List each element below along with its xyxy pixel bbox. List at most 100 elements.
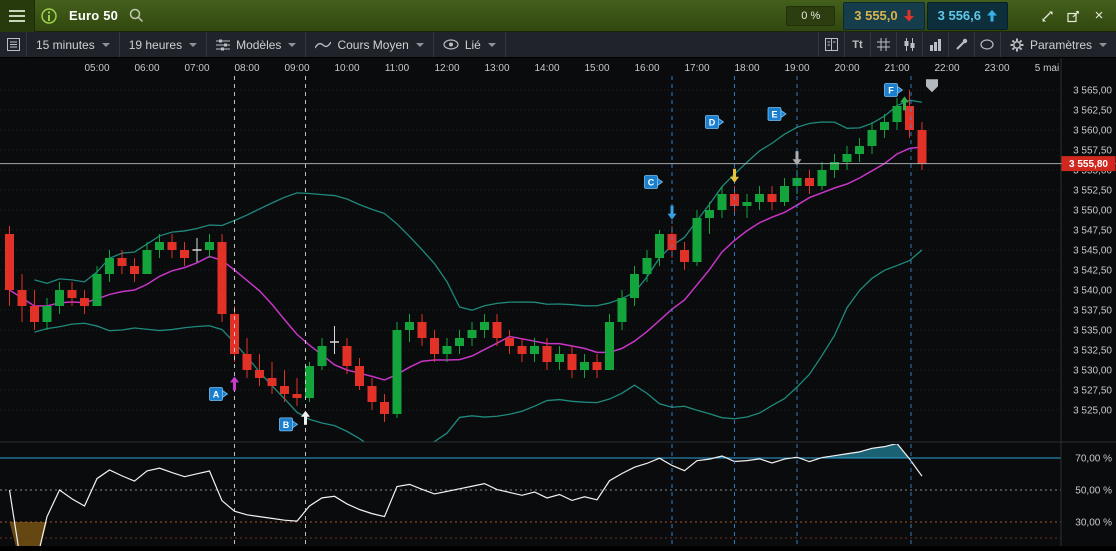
chevron-down-icon: [101, 42, 110, 47]
average-dropdown[interactable]: Cours Moyen: [306, 32, 434, 57]
columns-button[interactable]: [817, 32, 844, 57]
candle: [555, 354, 564, 362]
search-icon[interactable]: [122, 0, 150, 32]
trade-arrow-up[interactable]: [301, 410, 310, 425]
candle: [542, 346, 552, 362]
drawing-tool-button[interactable]: [947, 32, 974, 57]
price-axis-label: 3 540,00: [1073, 286, 1112, 297]
chevron-down-icon: [288, 42, 297, 47]
rsi-line: [8, 444, 923, 546]
chart-type-button[interactable]: [895, 32, 922, 57]
text-tool-button[interactable]: Tt: [843, 32, 870, 57]
linked-dropdown[interactable]: Lié: [434, 32, 506, 57]
chart-list-button[interactable]: [0, 32, 27, 57]
sell-price: 3 555,0: [854, 8, 898, 23]
time-axis-label: 08:00: [234, 63, 259, 74]
list-icon: [6, 38, 20, 51]
chevron-down-icon: [189, 42, 198, 47]
price-axis-label: 3 552,50: [1073, 186, 1112, 197]
settings-dropdown[interactable]: Paramètres: [999, 32, 1116, 57]
time-axis-label: 05:00: [84, 63, 109, 74]
candle: [205, 242, 214, 250]
time-axis-label: 19:00: [784, 63, 809, 74]
candle: [180, 250, 189, 258]
buy-price-button[interactable]: 3 556,6: [926, 1, 1008, 30]
shapes-button[interactable]: [973, 32, 1000, 57]
candle: [480, 322, 489, 330]
candle: [567, 354, 577, 370]
price-axis-label: 3 557,50: [1073, 146, 1112, 157]
candle: [255, 370, 264, 378]
chart-toolbar: 15 minutes 19 heures Modèles Cours Moyen…: [0, 32, 1116, 58]
candle: [630, 274, 639, 298]
letter-marker-F[interactable]: F: [884, 83, 904, 97]
range-dropdown[interactable]: 19 heures: [120, 32, 208, 57]
time-axis[interactable]: 05:00 06:00 07:00 08:00 09:00 10:00 11:00 12:00…: [84, 63, 1059, 74]
candle: [442, 346, 452, 354]
menu-button[interactable]: [0, 0, 35, 32]
models-dropdown[interactable]: Modèles: [207, 32, 307, 57]
candle: [192, 249, 202, 251]
time-axis-label: 15:00: [584, 63, 609, 74]
current-price-label: 3 555,80: [1069, 159, 1108, 170]
trade-arrow-down[interactable]: [792, 151, 802, 166]
candle: [5, 234, 14, 290]
price-axis-label: 3 545,00: [1073, 246, 1112, 257]
time-axis-label: 09:00: [284, 63, 309, 74]
popout-button[interactable]: [1060, 0, 1086, 32]
price-axis[interactable]: 3 565,003 562,503 560,003 557,503 555,00…: [1073, 86, 1112, 417]
letter-marker-A[interactable]: A: [209, 387, 229, 401]
letter-marker-label: A: [213, 390, 220, 400]
letter-marker-B[interactable]: B: [279, 417, 299, 432]
chart-canvas[interactable]: 3 565,003 562,503 560,003 557,503 555,00…: [0, 58, 1116, 546]
indicator-button[interactable]: [921, 32, 948, 57]
candle: [692, 218, 702, 262]
sell-price-button[interactable]: 3 555,0: [843, 1, 925, 30]
candle: [805, 178, 814, 186]
info-icon[interactable]: [35, 0, 63, 32]
candle: [892, 106, 902, 122]
candle: [167, 242, 177, 250]
text-tool-icon: Tt: [852, 38, 863, 51]
time-axis-label: 21:00: [884, 63, 909, 74]
candlesticks: [5, 90, 927, 422]
candle: [242, 354, 252, 370]
letter-marker-E[interactable]: E: [767, 107, 787, 121]
candle: [592, 362, 602, 370]
eye-icon: [443, 39, 459, 50]
rsi-axis-label: 30,00 %: [1075, 518, 1112, 529]
close-button[interactable]: ×: [1086, 0, 1112, 32]
price-axis-label: 3 542,50: [1073, 266, 1112, 277]
candle: [455, 338, 464, 346]
price-axis-label: 3 547,50: [1073, 226, 1112, 237]
time-axis-label: 17:00: [684, 63, 709, 74]
letter-marker-C[interactable]: C: [644, 175, 664, 189]
grid-button[interactable]: [869, 32, 896, 57]
trade-arrow-up[interactable]: [230, 376, 239, 391]
time-axis-label: 16:00: [634, 63, 659, 74]
time-axis-label: 11:00: [385, 63, 410, 74]
price-axis-label: 3 565,00: [1073, 86, 1112, 97]
candle: [355, 366, 364, 386]
candle: [467, 330, 477, 338]
candle: [142, 250, 152, 274]
candle: [305, 366, 314, 398]
instrument-title: Euro 50: [69, 8, 119, 23]
bars-icon: [929, 39, 941, 51]
price-axis-label: 3 527,50: [1073, 386, 1112, 397]
buy-arrow-up-icon: [987, 9, 997, 21]
candle: [267, 378, 277, 386]
candle: [30, 306, 39, 322]
expand-button[interactable]: [1034, 0, 1060, 32]
candle: [430, 338, 439, 354]
candle: [717, 194, 727, 210]
candle: [280, 386, 289, 394]
candle: [392, 330, 402, 414]
price-axis-label: 3 530,00: [1073, 366, 1112, 377]
timeframe-dropdown[interactable]: 15 minutes: [27, 32, 120, 57]
letter-marker-D[interactable]: D: [705, 115, 725, 129]
letter-marker-label: D: [709, 118, 716, 128]
candle: [617, 298, 627, 322]
chevron-down-icon: [415, 42, 424, 47]
trade-arrow-down[interactable]: [667, 205, 677, 220]
